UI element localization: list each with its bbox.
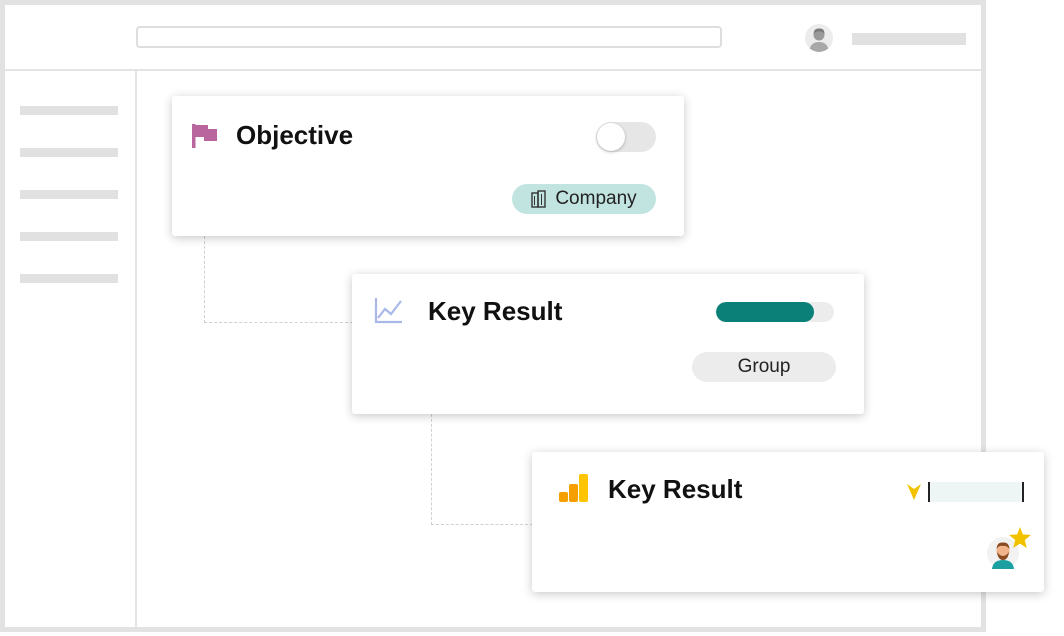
- user-avatar-icon[interactable]: [805, 24, 833, 52]
- company-chip-label: Company: [555, 188, 637, 209]
- progress-fill: [716, 302, 814, 322]
- objective-title: Objective: [236, 120, 354, 150]
- building-icon: [531, 190, 547, 208]
- hierarchy-connector: [431, 414, 533, 525]
- metric-input[interactable]: [930, 482, 1024, 502]
- key-result-card[interactable]: Key Result Group: [352, 274, 864, 414]
- sidebar-item[interactable]: [20, 148, 118, 157]
- range-start-marker: [928, 482, 930, 502]
- range-end-marker: [1022, 482, 1024, 502]
- arrow-down-icon: [906, 483, 922, 506]
- sidebar-item[interactable]: [20, 232, 118, 241]
- sidebar-item[interactable]: [20, 274, 118, 283]
- search-input[interactable]: [136, 26, 722, 48]
- line-chart-icon: [374, 296, 404, 329]
- key-result-card[interactable]: Key Result: [532, 452, 1044, 592]
- progress-bar: [716, 302, 834, 322]
- group-chip[interactable]: Group: [692, 352, 836, 382]
- objective-card[interactable]: Objective Company: [172, 96, 684, 236]
- group-chip-label: Group: [737, 356, 791, 377]
- toggle-knob: [597, 123, 625, 151]
- bar-chart-icon: [559, 474, 589, 507]
- user-name-placeholder: [852, 33, 966, 45]
- sidebar-item[interactable]: [20, 190, 118, 199]
- company-chip[interactable]: Company: [512, 184, 656, 214]
- sidebar: [5, 69, 137, 627]
- top-bar: [5, 5, 981, 71]
- star-icon: [1008, 526, 1032, 555]
- objective-toggle[interactable]: [596, 122, 656, 152]
- sidebar-item[interactable]: [20, 106, 118, 115]
- flag-icon: [191, 123, 219, 154]
- key-result-title: Key Result: [428, 296, 563, 326]
- hierarchy-connector: [204, 236, 353, 323]
- key-result-title: Key Result: [608, 474, 743, 504]
